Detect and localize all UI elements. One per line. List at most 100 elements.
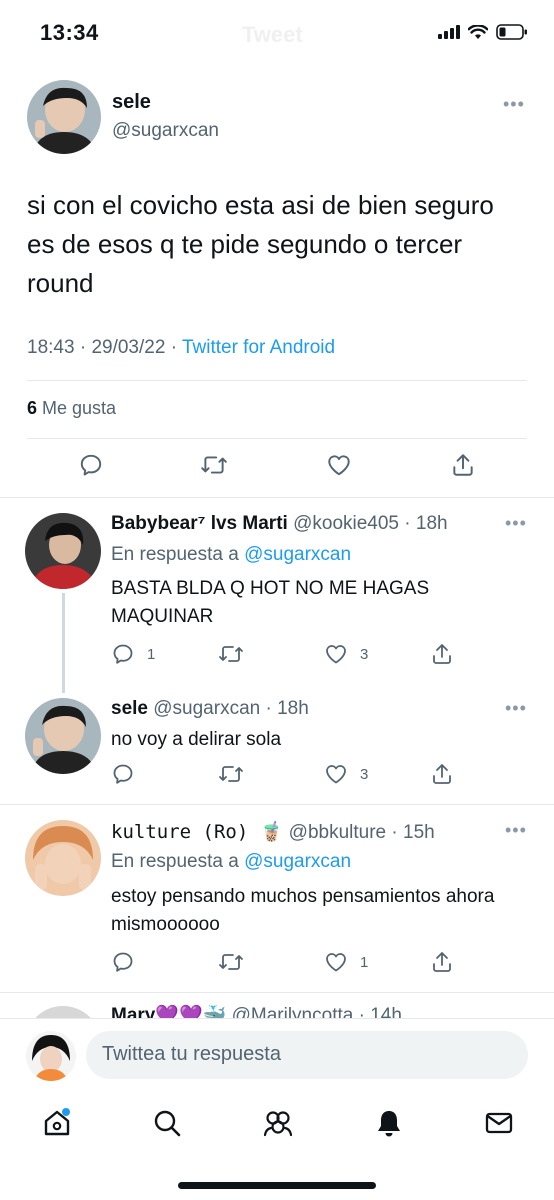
reply-button[interactable] [111,950,135,974]
reply-to-handle[interactable]: @sugarxcan [244,544,351,565]
retweet-icon [219,954,243,970]
reply-header: 𝚔𝚞𝚕𝚝𝚞𝚛𝚎 (Ro) 🧋 @bbkulture · 15h [111,821,435,843]
reply-time: 15h [403,822,435,843]
like-count: 1 [360,953,369,971]
status-time: 13:34 [40,20,99,45]
tweet-source[interactable]: Twitter for Android [182,337,335,358]
retweet-button[interactable] [218,762,244,786]
divider [27,380,527,381]
reply-time: 18h [415,513,448,534]
reply-to-line: En respuesta a @sugarxcan [111,544,351,566]
reply-header: sele @sugarxcan · 18h [111,698,309,719]
tweet-text: si con el covicho esta asi de bien segur… [27,190,494,298]
mail-icon [485,1112,513,1134]
tab-communities[interactable] [262,1108,294,1143]
reply-prefix: En respuesta a [111,851,239,872]
status-icons [438,24,528,40]
signal-icon [438,25,460,39]
reply-to-handle[interactable]: @sugarxcan [244,851,351,872]
likes-label: Me gusta [42,398,117,418]
share-button[interactable] [430,950,454,974]
author-name[interactable]: sele [112,91,151,114]
share-icon [433,952,451,972]
heart-icon [326,953,346,972]
more-options-icon[interactable]: ••• [505,698,527,719]
tab-home[interactable] [42,1108,72,1143]
reply-text: estoy pensando muchos pensamientos ahora… [111,886,495,935]
divider [0,804,554,805]
tweet-time: 18:43 [27,337,75,358]
reply-text: BASTA BLDA Q HOT NO ME HAGAS MAQUINAR [111,578,430,627]
share-button[interactable] [430,642,454,666]
avatar[interactable] [27,80,101,154]
reply-author-handle[interactable]: @sugarxcan [153,698,260,719]
retweet-icon [219,766,243,782]
reply-text: no voy a delirar sola [111,729,282,750]
heart-icon[interactable] [326,452,352,483]
reply-author-name[interactable]: sele [111,698,148,719]
reply-time: 18h [277,698,309,719]
share-icon [433,764,451,784]
reply-actions: 3 [0,762,554,788]
reply-actions: 1 [0,950,554,976]
more-options-icon[interactable]: ••• [503,94,525,115]
more-options-icon[interactable]: ••• [505,513,527,534]
reply-prefix: En respuesta a [111,544,239,565]
heart-icon [326,765,346,784]
tweet-actions [0,452,554,486]
like-count: 3 [360,765,369,783]
avatar[interactable] [26,1031,76,1081]
author-handle[interactable]: @sugarxcan [112,120,219,142]
likes-count[interactable]: 6 Me gusta [27,398,116,419]
retweet-button[interactable] [218,642,244,666]
tab-search[interactable] [152,1108,182,1143]
bell-icon [378,1111,400,1137]
like-button[interactable]: 3 [324,642,368,666]
reply-count: 1 [147,645,156,663]
home-indicator [178,1182,376,1189]
reply-input[interactable]: Twittea tu respuesta [86,1031,528,1079]
reply-icon [113,952,133,972]
compose-bar: Twittea tu respuesta [0,1018,554,1094]
like-button[interactable]: 3 [324,762,368,786]
like-button[interactable]: 1 [324,950,368,974]
retweet-icon[interactable] [200,452,228,483]
reply-button[interactable] [111,762,135,786]
share-button[interactable] [430,762,454,786]
heart-icon [326,645,346,664]
status-bar: 13:34 Tweet [0,0,554,68]
divider [27,438,527,439]
divider [0,497,554,498]
header-title: Tweet [242,22,303,47]
reply-icon[interactable] [78,452,104,483]
retweet-icon [219,646,243,662]
home-icon [44,1108,70,1136]
tab-notifications[interactable] [374,1108,404,1143]
tab-messages[interactable] [484,1108,514,1143]
reply-author-handle[interactable]: @kookie405 [293,513,399,534]
share-icon [433,644,451,664]
tweet-date: 29/03/22 [91,337,166,358]
like-count: 3 [360,645,369,663]
reply-header: Babybear⁷ lvs Marti @kookie405 · 18h [111,513,448,534]
reply-button[interactable]: 1 [111,642,155,666]
communities-icon [263,1111,293,1137]
likes-number: 6 [27,398,38,418]
reply-author-name[interactable]: Babybear⁷ lvs Marti [111,513,288,534]
avatar[interactable] [25,513,101,589]
search-icon [154,1110,181,1137]
retweet-button[interactable] [218,950,244,974]
reply-author-handle[interactable]: @bbkulture [289,822,386,843]
reply-icon [113,644,133,664]
battery-icon [496,24,527,40]
avatar[interactable] [25,820,101,896]
reply-actions: 1 3 [0,642,554,668]
share-icon[interactable] [450,452,476,483]
more-options-icon[interactable]: ••• [505,820,527,841]
reply-icon [113,764,133,784]
wifi-icon [468,24,488,39]
divider [0,992,554,993]
reply-author-name[interactable]: 𝚔𝚞𝚕𝚝𝚞𝚛𝚎 (Ro) 🧋 [111,821,283,843]
reply-to-line: En respuesta a @sugarxcan [111,851,351,873]
tweet-meta: 18:43 · 29/03/22 · Twitter for Android [27,337,336,358]
